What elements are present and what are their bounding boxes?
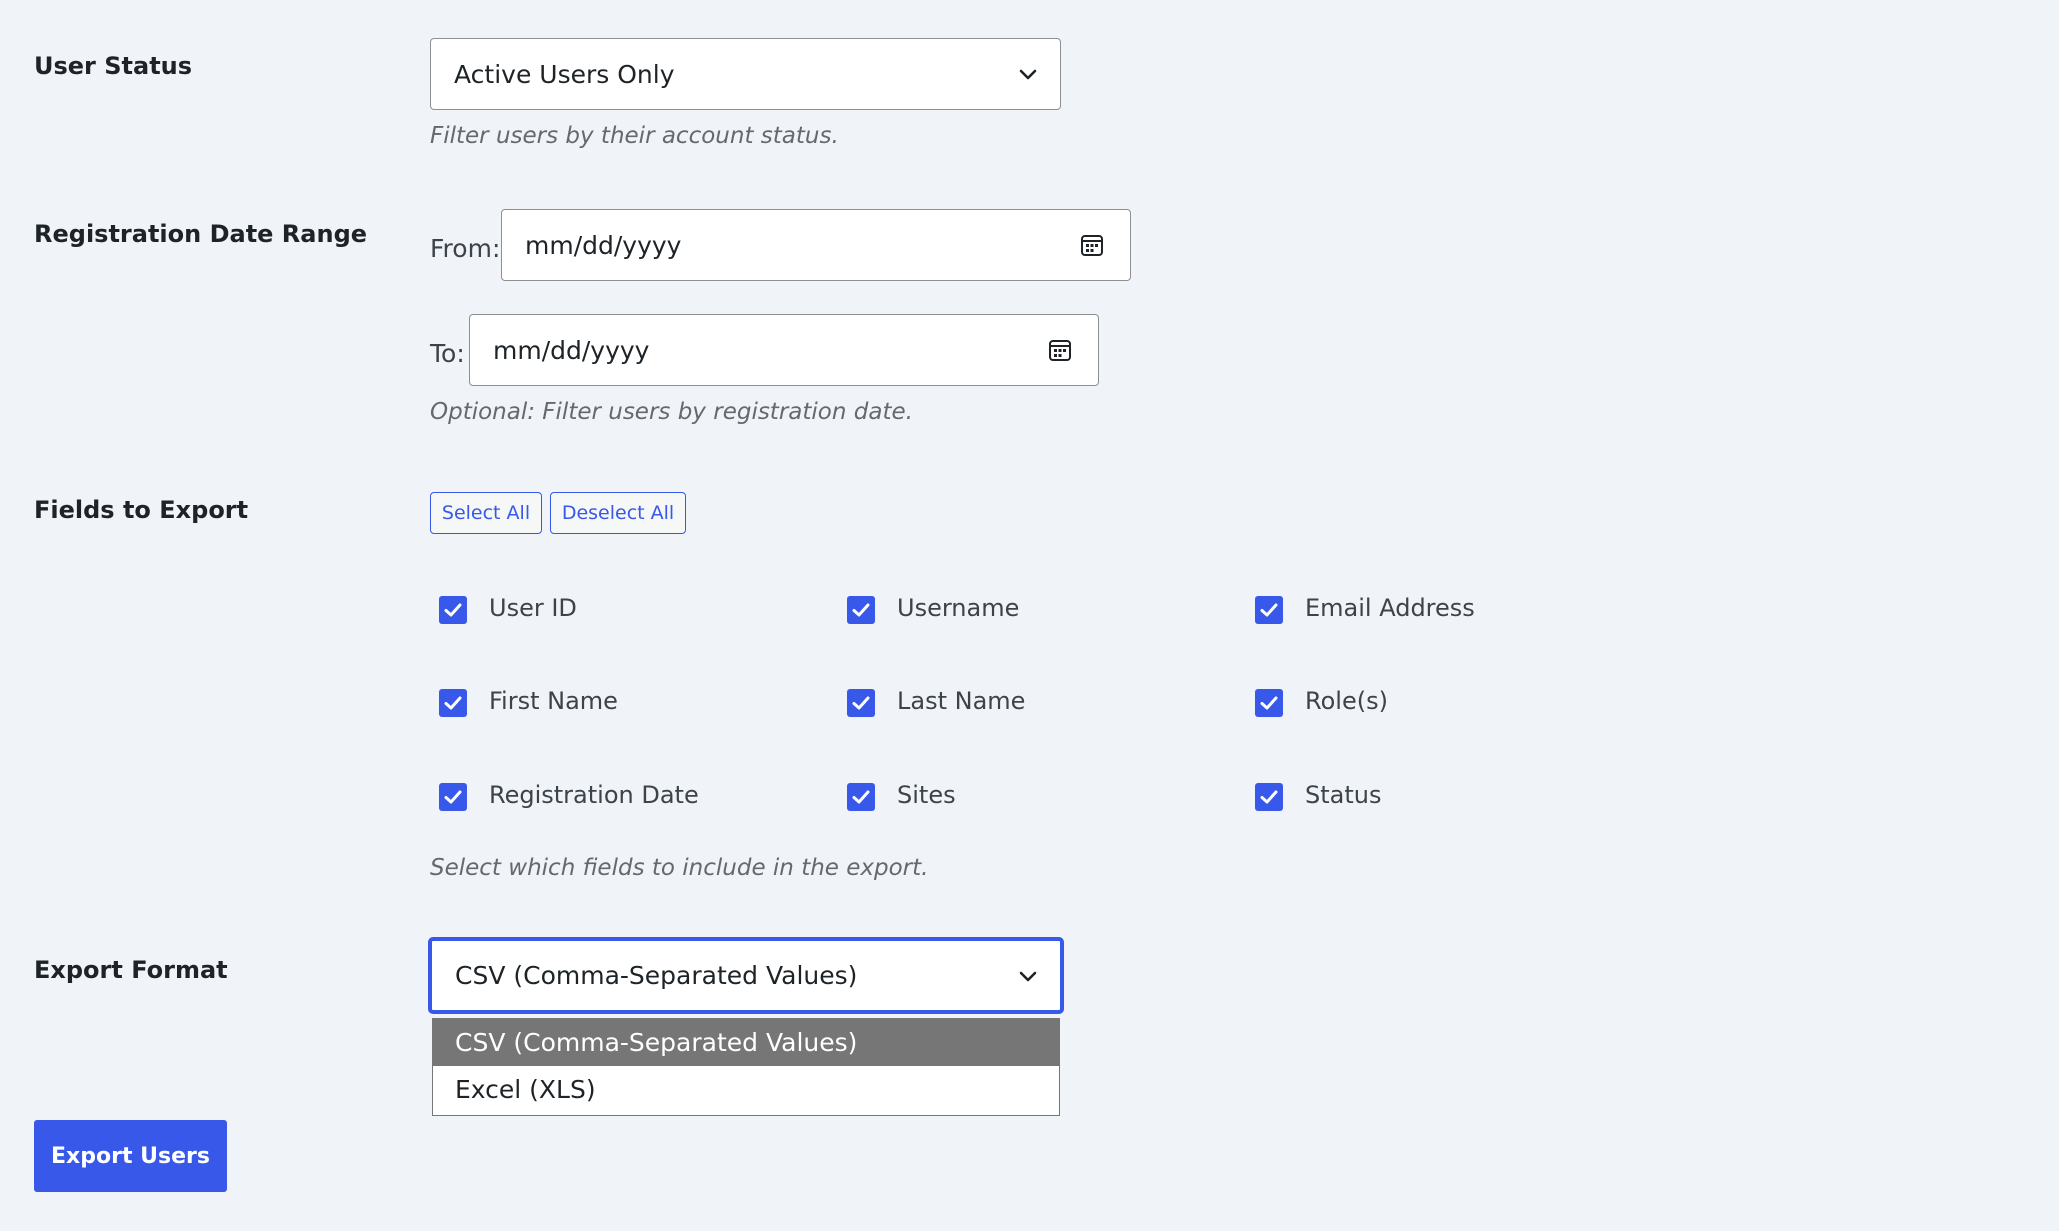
- checkbox-label[interactable]: Email Address: [1305, 594, 1475, 622]
- checkbox-label[interactable]: Username: [897, 594, 1019, 622]
- checkmark-icon: [852, 603, 870, 617]
- from-date-placeholder: mm/dd/yyyy: [525, 230, 682, 260]
- to-date-placeholder: mm/dd/yyyy: [493, 335, 650, 365]
- checkbox-label[interactable]: First Name: [489, 687, 618, 715]
- fields-description: Select which fields to include in the ex…: [430, 855, 929, 881]
- dropdown-option-xls[interactable]: Excel (XLS): [433, 1066, 1059, 1113]
- checkbox-email-address[interactable]: [1255, 596, 1283, 624]
- registration-date-description: Optional: Filter users by registration d…: [430, 399, 913, 425]
- from-label: From:: [430, 234, 501, 263]
- select-all-button[interactable]: Select All: [430, 492, 542, 534]
- chevron-down-icon: [1019, 971, 1037, 981]
- checkmark-icon: [852, 790, 870, 804]
- checkmark-icon: [444, 603, 462, 617]
- checkbox-label[interactable]: Registration Date: [489, 781, 699, 809]
- export-format-dropdown: CSV (Comma-Separated Values) Excel (XLS): [432, 1018, 1060, 1116]
- deselect-all-button[interactable]: Deselect All: [550, 492, 686, 534]
- export-format-select[interactable]: CSV (Comma-Separated Values): [429, 938, 1063, 1013]
- user-status-selected-value: Active Users Only: [454, 59, 675, 89]
- dropdown-option-csv[interactable]: CSV (Comma-Separated Values): [433, 1019, 1059, 1066]
- checkmark-icon: [1260, 790, 1278, 804]
- checkmark-icon: [444, 696, 462, 710]
- checkmark-icon: [1260, 696, 1278, 710]
- checkbox-label[interactable]: User ID: [489, 594, 577, 622]
- user-status-description: Filter users by their account status.: [430, 123, 839, 149]
- user-status-label: User Status: [34, 52, 193, 80]
- export-format-selected-value: CSV (Comma-Separated Values): [455, 961, 858, 990]
- fields-to-export-label: Fields to Export: [34, 496, 249, 524]
- checkbox-roles[interactable]: [1255, 689, 1283, 717]
- calendar-icon[interactable]: [1079, 232, 1105, 258]
- checkbox-sites[interactable]: [847, 783, 875, 811]
- checkbox-label[interactable]: Last Name: [897, 687, 1025, 715]
- export-format-label: Export Format: [34, 956, 228, 984]
- checkmark-icon: [444, 790, 462, 804]
- to-date-input[interactable]: mm/dd/yyyy: [469, 314, 1099, 386]
- checkmark-icon: [852, 696, 870, 710]
- to-label: To:: [430, 339, 465, 368]
- checkbox-status[interactable]: [1255, 783, 1283, 811]
- checkbox-label[interactable]: Sites: [897, 781, 956, 809]
- checkbox-username[interactable]: [847, 596, 875, 624]
- checkmark-icon: [1260, 603, 1278, 617]
- checkbox-first-name[interactable]: [439, 689, 467, 717]
- checkbox-label[interactable]: Status: [1305, 781, 1381, 809]
- checkbox-last-name[interactable]: [847, 689, 875, 717]
- checkbox-user-id[interactable]: [439, 596, 467, 624]
- checkbox-label[interactable]: Role(s): [1305, 687, 1388, 715]
- user-status-select[interactable]: Active Users Only: [430, 38, 1061, 110]
- registration-date-label: Registration Date Range: [34, 220, 368, 248]
- calendar-icon[interactable]: [1047, 337, 1073, 363]
- export-users-button[interactable]: Export Users: [34, 1120, 227, 1192]
- checkbox-registration-date[interactable]: [439, 783, 467, 811]
- from-date-input[interactable]: mm/dd/yyyy: [501, 209, 1131, 281]
- chevron-down-icon: [1019, 69, 1037, 80]
